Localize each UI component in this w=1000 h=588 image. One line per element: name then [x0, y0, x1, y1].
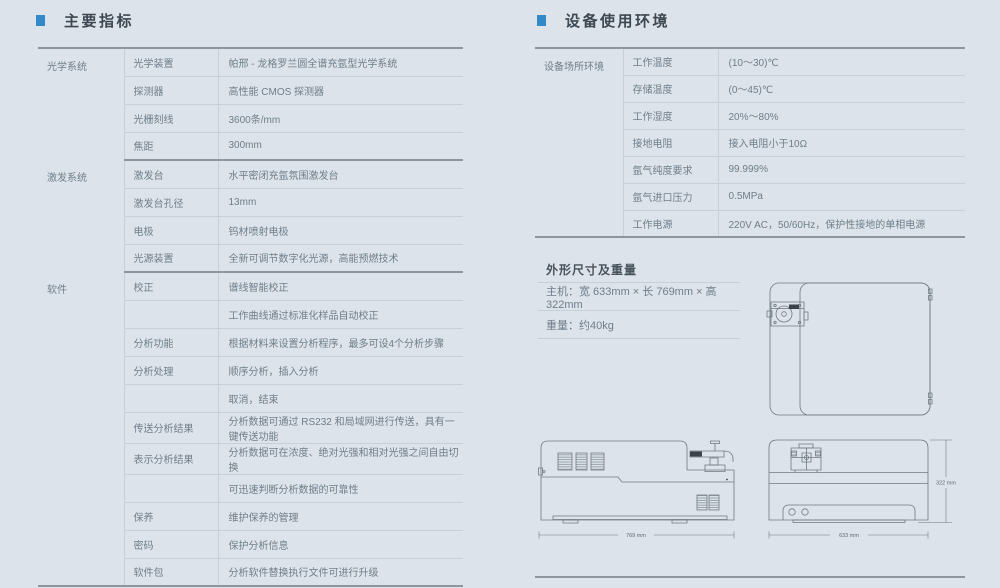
main-specs-table: 光学系统光学装置帕邢 - 龙格罗兰圆全谱充氩型光学系统探测器高性能 CMOS 探… [38, 47, 463, 587]
param-name: 探测器 [124, 76, 218, 104]
param-value: 工作曲线通过标准化样品自动校正 [218, 300, 463, 328]
param-name: 工作温度 [623, 48, 718, 75]
group-label: 设备场所环境 [535, 48, 623, 237]
main-specs-title: 主要指标 [64, 10, 134, 31]
environment-table: 设备场所环境工作温度(10～30)℃存储温度(0～45)℃工作湿度20%～80%… [535, 47, 965, 238]
param-name: 保养 [124, 502, 218, 530]
param-name: 分析功能 [124, 328, 218, 356]
param-name: 软件包 [124, 558, 218, 586]
table-row: 激发系统激发台水平密闭充氩氛围激发台 [38, 160, 463, 188]
param-name: 光学装置 [124, 48, 218, 76]
param-value: 保护分析信息 [218, 530, 463, 558]
param-name [124, 384, 218, 412]
param-value: 接入电阻小于10Ω [718, 129, 965, 156]
param-name: 工作电源 [623, 210, 718, 237]
param-value: 水平密闭充氩氛围激发台 [218, 160, 463, 188]
param-name: 接地电阻 [623, 129, 718, 156]
table-row: 光学系统光学装置帕邢 - 龙格罗兰圆全谱充氩型光学系统 [38, 48, 463, 76]
param-value: 可迅速判断分析数据的可靠性 [218, 474, 463, 502]
host-dimensions-text: 主机：宽 633mm × 长 769mm × 高 322mm [538, 283, 740, 311]
param-name: 表示分析结果 [124, 443, 218, 474]
param-value: 分析软件替换执行文件可进行升级 [218, 558, 463, 586]
param-name: 工作湿度 [623, 102, 718, 129]
table-row: 设备场所环境工作温度(10～30)℃ [535, 48, 965, 75]
param-name: 激发台孔径 [124, 188, 218, 216]
section-header-main-specs: 主要指标 [36, 10, 134, 31]
param-value: 分析数据可在浓度、绝对光强和相对光强之间自由切换 [218, 443, 463, 474]
param-name: 分析处理 [124, 356, 218, 384]
side-view-drawing: 769 mm [538, 437, 738, 541]
param-name: 存储温度 [623, 75, 718, 102]
group-label: 软件 [38, 272, 124, 586]
param-name [124, 474, 218, 502]
param-value: 99.999% [718, 156, 965, 183]
param-name: 氩气纯度要求 [623, 156, 718, 183]
table-row: 软件校正谱线智能校正 [38, 272, 463, 300]
section-bullet-icon [36, 15, 45, 26]
section-header-environment: 设备使用环境 [537, 10, 670, 31]
param-value: 20%～80% [718, 102, 965, 129]
param-value: 全新可调节数字化光源，高能预燃技术 [218, 244, 463, 272]
param-value: 3600条/mm [218, 104, 463, 132]
param-name: 电极 [124, 216, 218, 244]
param-name: 氩气进口压力 [623, 183, 718, 210]
param-value: 300mm [218, 132, 463, 160]
param-value: 220V AC，50/60Hz，保护性接地的单相电源 [718, 210, 965, 237]
param-value: 钨材喷射电极 [218, 216, 463, 244]
param-value: 0.5MPa [718, 183, 965, 210]
weight-text: 重量：约40kg [538, 311, 740, 339]
param-name: 激发台 [124, 160, 218, 188]
group-label: 光学系统 [38, 48, 124, 160]
param-value: (10～30)℃ [718, 48, 965, 75]
dimensions-weight-section: 外形尺寸及重量 主机：宽 633mm × 长 769mm × 高 322mm 重… [538, 258, 740, 339]
param-name: 校正 [124, 272, 218, 300]
param-value: 维护保养的管理 [218, 502, 463, 530]
param-value: 谱线智能校正 [218, 272, 463, 300]
param-value: 根据材料来设置分析程序，最多可设4个分析步骤 [218, 328, 463, 356]
param-name: 焦距 [124, 132, 218, 160]
param-value: 顺序分析，插入分析 [218, 356, 463, 384]
top-view-drawing [768, 281, 934, 417]
section-bullet-icon [537, 15, 546, 26]
length-dimension-label: 769 mm [626, 533, 646, 539]
param-name: 光栅刻线 [124, 104, 218, 132]
front-view-drawing: 633 mm 322 mm [768, 437, 958, 541]
param-value: 分析数据可通过 RS232 和局域网进行传送，具有一键传送功能 [218, 412, 463, 443]
page: 主要指标 光学系统光学装置帕邢 - 龙格罗兰圆全谱充氩型光学系统探测器高性能 C… [0, 0, 1000, 588]
group-label: 激发系统 [38, 160, 124, 272]
param-value: 高性能 CMOS 探测器 [218, 76, 463, 104]
height-dimension-label: 322 mm [936, 481, 956, 487]
param-value: 13mm [218, 188, 463, 216]
param-value: (0～45)℃ [718, 75, 965, 102]
param-name: 密码 [124, 530, 218, 558]
width-dimension-label: 633 mm [839, 533, 859, 539]
environment-title: 设备使用环境 [565, 10, 670, 31]
param-name: 光源装置 [124, 244, 218, 272]
param-name: 传送分析结果 [124, 412, 218, 443]
right-column-bottom-rule [535, 576, 965, 578]
dimensions-section-title: 外形尺寸及重量 [538, 258, 740, 283]
param-value: 帕邢 - 龙格罗兰圆全谱充氩型光学系统 [218, 48, 463, 76]
param-value: 取消，结束 [218, 384, 463, 412]
param-name [124, 300, 218, 328]
